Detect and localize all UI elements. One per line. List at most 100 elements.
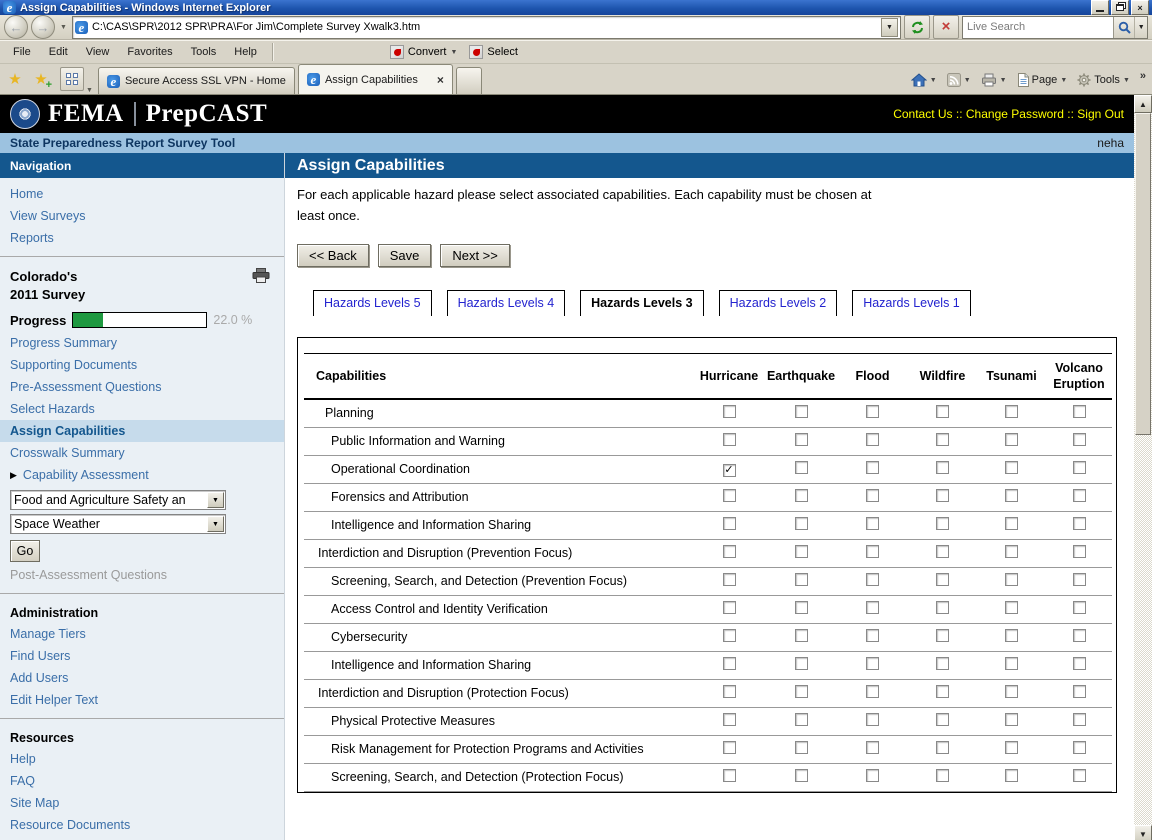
toolbar-overflow-button[interactable]: » xyxy=(1136,70,1150,82)
checkbox-flood[interactable] xyxy=(866,517,879,531)
checkbox-tsunami[interactable] xyxy=(1005,489,1018,503)
sidebar-item-manage-tiers[interactable]: Manage Tiers xyxy=(0,623,284,645)
checkbox-wildfire[interactable] xyxy=(936,629,949,643)
new-tab-stub[interactable] xyxy=(455,67,482,94)
print-survey-button[interactable] xyxy=(252,268,270,283)
checkbox-wildfire[interactable] xyxy=(936,601,949,615)
checkbox-tsunami[interactable] xyxy=(1005,461,1018,475)
checkbox-hurricane[interactable] xyxy=(722,629,736,643)
history-dropdown[interactable]: ▼ xyxy=(58,24,69,31)
tab-hazards-levels-2[interactable]: Hazards Levels 2 xyxy=(718,289,838,316)
checkbox-tsunami[interactable] xyxy=(1005,601,1018,615)
checkbox-earthquake[interactable] xyxy=(794,657,808,671)
tab-hazards-levels-1[interactable]: Hazards Levels 1 xyxy=(852,289,971,316)
header-link-change-password[interactable]: Change Password xyxy=(966,107,1064,121)
checkbox-earthquake[interactable] xyxy=(794,713,808,727)
checkbox-volcano-eruption[interactable] xyxy=(1072,657,1086,671)
checkbox-tsunami[interactable] xyxy=(1005,629,1018,643)
next-button[interactable]: Next >> xyxy=(440,243,510,267)
checkbox-earthquake[interactable] xyxy=(794,433,808,447)
browser-tab[interactable]: e Assign Capabilities × xyxy=(297,64,453,94)
scrollbar-thumb[interactable] xyxy=(1135,113,1151,435)
checkbox-wildfire[interactable] xyxy=(936,517,949,531)
checkbox-volcano-eruption[interactable] xyxy=(1072,545,1086,559)
address-dropdown-button[interactable]: ▼ xyxy=(881,17,898,37)
checkbox-flood[interactable] xyxy=(866,769,879,783)
checkbox-wildfire[interactable] xyxy=(936,713,949,727)
menu-item-file[interactable]: File xyxy=(4,41,40,63)
header-link-sign-out[interactable]: Sign Out xyxy=(1077,107,1124,121)
back-button[interactable]: ← xyxy=(4,15,28,39)
sidebar-item-progress-summary[interactable]: Progress Summary xyxy=(0,332,284,354)
back-button[interactable]: << Back xyxy=(297,243,369,267)
checkbox-tsunami[interactable] xyxy=(1005,433,1018,447)
checkbox-flood[interactable] xyxy=(866,433,879,447)
print-button[interactable]: ▼ xyxy=(977,70,1011,90)
page-menu-button[interactable]: Page ▼ xyxy=(1013,70,1072,90)
checkbox-flood[interactable] xyxy=(866,657,879,671)
checkbox-volcano-eruption[interactable] xyxy=(1072,461,1086,475)
checkbox-tsunami[interactable] xyxy=(1005,405,1018,419)
minimize-button[interactable] xyxy=(1091,0,1109,15)
checkbox-earthquake[interactable] xyxy=(794,769,808,783)
checkbox-wildfire[interactable] xyxy=(936,461,949,475)
address-field[interactable]: e C:\CAS\SPR\2012 SPR\PRA\For Jim\Comple… xyxy=(71,15,901,39)
sidebar-item-capability-assessment[interactable]: ▶ Capability Assessment xyxy=(0,464,284,486)
checkbox-hurricane[interactable] xyxy=(722,545,736,559)
checkbox-flood[interactable] xyxy=(866,573,879,587)
checkbox-wildfire[interactable] xyxy=(936,489,949,503)
checkbox-volcano-eruption[interactable] xyxy=(1072,405,1086,419)
checkbox-hurricane[interactable] xyxy=(722,405,736,419)
sidebar-item-home[interactable]: Home xyxy=(0,183,284,205)
checkbox-earthquake[interactable] xyxy=(794,573,808,587)
sidebar-item-add-users[interactable]: Add Users xyxy=(0,667,284,689)
scroll-up-button[interactable]: ▲ xyxy=(1134,95,1152,113)
checkbox-tsunami[interactable] xyxy=(1005,741,1018,755)
checkbox-volcano-eruption[interactable] xyxy=(1072,517,1086,531)
checkbox-volcano-eruption[interactable] xyxy=(1072,573,1086,587)
checkbox-tsunami[interactable] xyxy=(1005,685,1018,699)
checkbox-flood[interactable] xyxy=(866,601,879,615)
checkbox-flood[interactable] xyxy=(866,741,879,755)
search-input[interactable] xyxy=(963,21,1113,33)
checkbox-hurricane[interactable] xyxy=(722,517,736,531)
checkbox-earthquake[interactable] xyxy=(794,489,808,503)
sidebar-item-edit-helper-text[interactable]: Edit Helper Text xyxy=(0,689,284,711)
sidebar-item-crosswalk-summary[interactable]: Crosswalk Summary xyxy=(0,442,284,464)
add-favorite-button[interactable]: ★ xyxy=(28,66,54,92)
checkbox-volcano-eruption[interactable] xyxy=(1072,769,1086,783)
restore-button[interactable] xyxy=(1111,0,1129,15)
checkbox-tsunami[interactable] xyxy=(1005,573,1018,587)
checkbox-wildfire[interactable] xyxy=(936,545,949,559)
sidebar-item-select-hazards[interactable]: Select Hazards xyxy=(0,398,284,420)
checkbox-flood[interactable] xyxy=(866,405,879,419)
convert-button[interactable]: Convert ▼ xyxy=(384,42,463,62)
menu-item-help[interactable]: Help xyxy=(225,41,266,63)
quick-tabs-button[interactable] xyxy=(60,67,84,91)
tab-hazards-levels-4[interactable]: Hazards Levels 4 xyxy=(446,289,566,316)
checkbox-wildfire[interactable] xyxy=(936,685,949,699)
search-options-dropdown[interactable]: ▼ xyxy=(1134,16,1147,38)
checkbox-earthquake[interactable] xyxy=(794,741,808,755)
checkbox-tsunami[interactable] xyxy=(1005,517,1018,531)
save-button[interactable]: Save xyxy=(377,243,432,267)
checkbox-wildfire[interactable] xyxy=(936,573,949,587)
checkbox-volcano-eruption[interactable] xyxy=(1072,713,1086,727)
checkbox-earthquake[interactable] xyxy=(794,629,808,643)
page-scrollbar[interactable]: ▲ ▼ xyxy=(1134,95,1152,840)
select-button[interactable]: Select xyxy=(463,42,524,62)
home-button[interactable]: ▼ xyxy=(907,70,941,90)
checkbox-wildfire[interactable] xyxy=(936,741,949,755)
checkbox-flood[interactable] xyxy=(866,629,879,643)
refresh-button[interactable] xyxy=(904,15,930,39)
sidebar-item-assign-capabilities[interactable]: Assign Capabilities xyxy=(0,420,284,442)
scrollbar-track[interactable] xyxy=(1134,435,1152,825)
tab-hazards-levels-3[interactable]: Hazards Levels 3 xyxy=(580,289,704,316)
close-button[interactable]: × xyxy=(1131,0,1149,15)
sidebar-item-view-surveys[interactable]: View Surveys xyxy=(0,205,284,227)
checkbox-hurricane[interactable] xyxy=(722,573,736,587)
sidebar-item-help[interactable]: Help xyxy=(0,748,284,770)
tab-close-icon[interactable]: × xyxy=(437,73,444,87)
checkbox-earthquake[interactable] xyxy=(794,601,808,615)
checkbox-hurricane[interactable] xyxy=(722,741,736,755)
